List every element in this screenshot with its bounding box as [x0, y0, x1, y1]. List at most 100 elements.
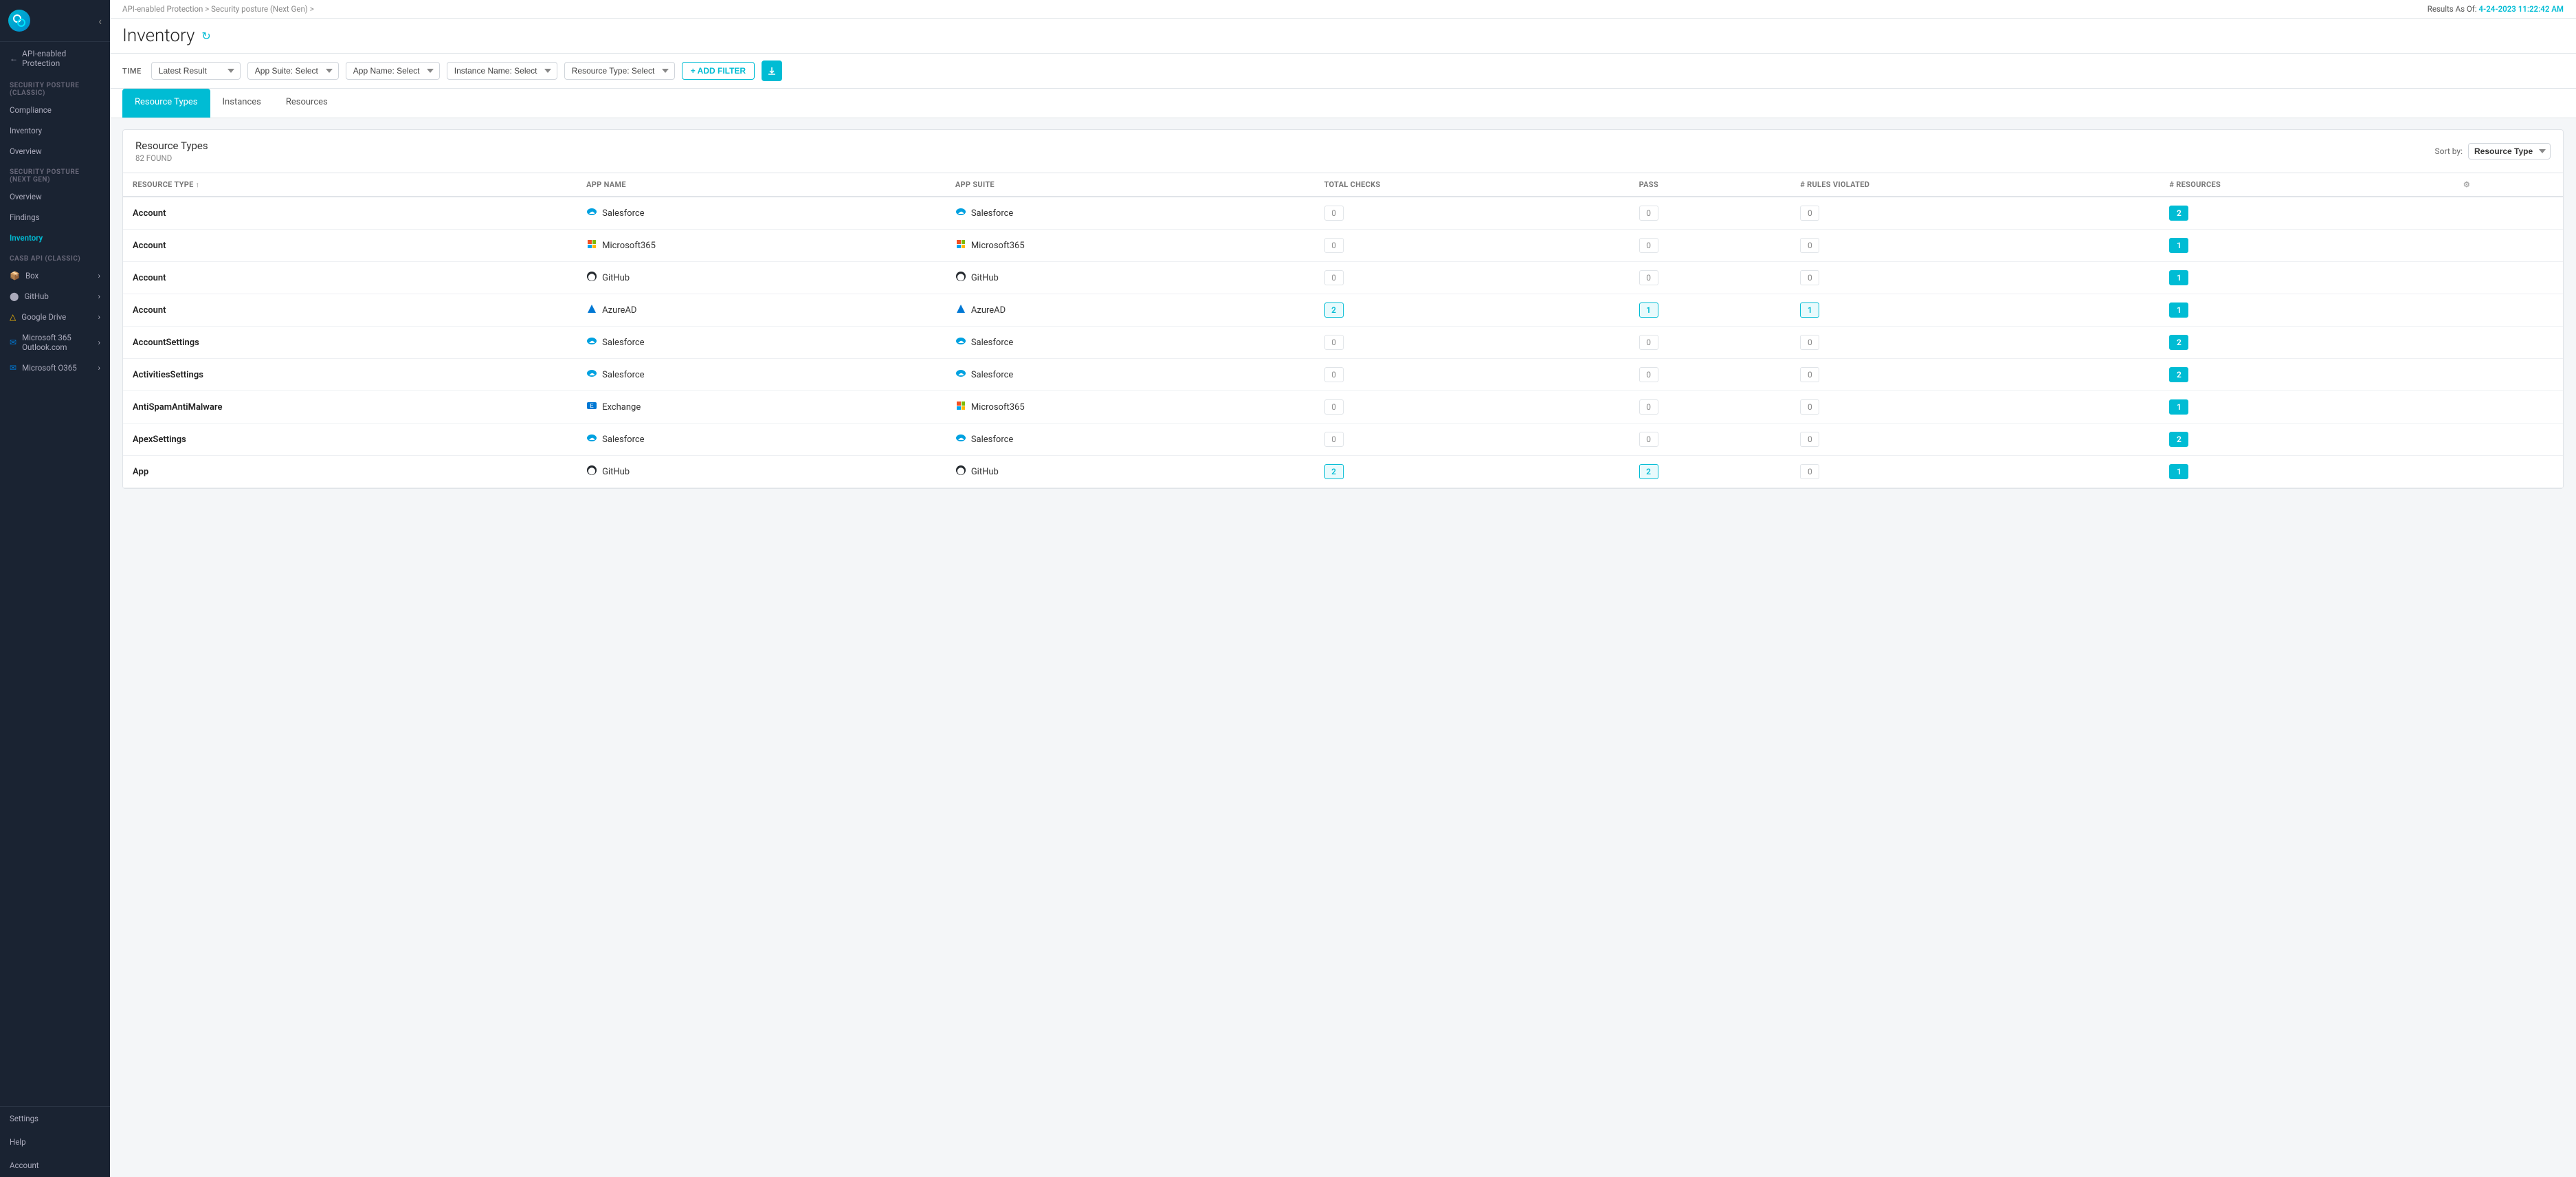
rules-violated-badge-0: 0 — [1800, 206, 1819, 221]
cell-resources-6: 1 — [2159, 391, 2453, 424]
svg-text:⬤: ⬤ — [588, 274, 595, 281]
table-row[interactable]: AccountSettings ☁ Salesforce ☁ Salesforc… — [123, 327, 2563, 359]
table-row[interactable]: Account Microsoft365 Microsoft365 0 0 0 … — [123, 230, 2563, 262]
refresh-icon[interactable]: ↻ — [201, 30, 210, 43]
panel-count: 82 FOUND — [135, 153, 208, 163]
cell-rules-violated-4: 0 — [1790, 327, 2159, 359]
ms-outlook-item-left: ✉ Microsoft 365 Outlook.com — [10, 333, 93, 352]
breadcrumb: API-enabled Protection > Security postur… — [122, 4, 314, 14]
sidebar-item-inventory-ng[interactable]: Inventory — [0, 228, 110, 248]
sidebar-item-settings[interactable]: Settings — [0, 1107, 110, 1130]
resource-type-value-1: Account — [133, 241, 166, 251]
app-name-icon-7: ☁ — [586, 432, 597, 446]
table-row[interactable]: AntiSpamAntiMalware E Exchange Microsoft… — [123, 391, 2563, 424]
add-filter-button[interactable]: + ADD FILTER — [682, 62, 755, 80]
cell-resources-0: 2 — [2159, 197, 2453, 230]
sidebar-item-google-drive[interactable]: △ Google Drive › — [0, 307, 110, 327]
sidebar-item-help[interactable]: Help — [0, 1130, 110, 1154]
resources-badge-4: 2 — [2169, 335, 2188, 350]
table-row[interactable]: App ⬤ GitHub ⬤ GitHub 2 2 0 1 — [123, 456, 2563, 488]
rules-violated-badge-5: 0 — [1800, 367, 1819, 382]
time-label: TIME — [122, 67, 142, 76]
page-header: Inventory ↻ — [110, 19, 2576, 54]
cell-app-name-1: Microsoft365 — [577, 230, 946, 262]
app-name-select[interactable]: App Name: Select — [346, 62, 440, 80]
sidebar-item-ms365-outlook[interactable]: ✉ Microsoft 365 Outlook.com › — [0, 327, 110, 358]
breadcrumb-security-posture[interactable]: Security posture (Next Gen) — [211, 4, 308, 14]
app-name-text-7: Salesforce — [602, 434, 644, 445]
app-suite-cell-3: AzureAD — [955, 303, 1305, 317]
app-suite-text-2: GitHub — [971, 273, 999, 283]
resource-type-select[interactable]: Resource Type: Select — [564, 62, 675, 80]
breadcrumb-api-protection[interactable]: API-enabled Protection — [122, 4, 203, 14]
rules-violated-badge-7: 0 — [1800, 432, 1819, 447]
sidebar-item-account[interactable]: Account — [0, 1154, 110, 1177]
cell-app-name-7: ☁ Salesforce — [577, 424, 946, 456]
app-suite-select[interactable]: App Suite: Select — [247, 62, 339, 80]
sidebar-item-overview-classic[interactable]: Overview — [0, 141, 110, 162]
section-label-classic: SECURITY POSTURE (CLASSIC) — [0, 75, 110, 100]
resources-badge-8: 1 — [2169, 464, 2188, 479]
panel-header: Resource Types 82 FOUND Sort by: Resourc… — [123, 130, 2563, 173]
tab-resource-types[interactable]: Resource Types — [122, 89, 210, 118]
app-suite-text-1: Microsoft365 — [971, 241, 1025, 251]
app-name-text-8: GitHub — [602, 467, 630, 477]
tab-instances[interactable]: Instances — [210, 89, 274, 118]
cell-resources-4: 2 — [2159, 327, 2453, 359]
sidebar-item-ms365[interactable]: ✉ Microsoft O365 › — [0, 358, 110, 378]
table-row[interactable]: ApexSettings ☁ Salesforce ☁ Salesforce 0… — [123, 424, 2563, 456]
sidebar-item-github[interactable]: ⬤ GitHub › — [0, 286, 110, 307]
total-checks-badge-4: 0 — [1324, 335, 1344, 350]
cell-total-checks-8: 2 — [1315, 456, 1630, 488]
table-row[interactable]: Account ⬤ GitHub ⬤ GitHub 0 0 0 1 — [123, 262, 2563, 294]
sidebar-back-button[interactable]: ← API-enabled Protection — [0, 42, 110, 75]
topbar: API-enabled Protection > Security postur… — [110, 0, 2576, 19]
col-header-app-suite: APP SUITE — [946, 173, 1315, 197]
sort-select[interactable]: Resource Type App Name Total Checks — [2468, 143, 2551, 160]
sidebar-item-box[interactable]: 📦 Box › — [0, 265, 110, 286]
cell-pass-6: 0 — [1630, 391, 1791, 424]
cell-rules-violated-6: 0 — [1790, 391, 2159, 424]
github-chevron-icon: › — [98, 292, 100, 301]
table-row[interactable]: Account ☁ Salesforce ☁ Salesforce 0 0 0 … — [123, 197, 2563, 230]
total-checks-badge-6: 0 — [1324, 399, 1344, 415]
cell-resource-type-8: App — [123, 456, 577, 488]
sidebar-collapse-button[interactable]: ‹ — [98, 14, 102, 28]
cell-total-checks-6: 0 — [1315, 391, 1630, 424]
pass-badge-4: 0 — [1639, 335, 1658, 350]
resource-type-value-7: ApexSettings — [133, 434, 186, 445]
cell-app-name-2: ⬤ GitHub — [577, 262, 946, 294]
svg-text:☁: ☁ — [589, 338, 595, 344]
sidebar-item-compliance[interactable]: Compliance — [0, 100, 110, 120]
section-label-casb: CASB API (CLASSIC) — [0, 248, 110, 265]
export-icon — [767, 66, 777, 76]
overview-ng-label: Overview — [10, 192, 42, 201]
table-row[interactable]: Account AzureAD AzureAD 2 1 1 1 — [123, 294, 2563, 327]
sidebar-item-overview-ng[interactable]: Overview — [0, 186, 110, 207]
resource-types-panel: Resource Types 82 FOUND Sort by: Resourc… — [122, 129, 2564, 489]
app-suite-text-4: Salesforce — [971, 338, 1013, 348]
account-label: Account — [10, 1160, 39, 1170]
svg-text:☁: ☁ — [589, 208, 595, 215]
pass-badge-6: 0 — [1639, 399, 1658, 415]
latest-result-select[interactable]: Latest Result — [151, 62, 241, 80]
sidebar-item-inventory-classic[interactable]: Inventory — [0, 120, 110, 141]
col-header-rules-violated: # RULES VIOLATED — [1790, 173, 2159, 197]
rules-violated-badge-8: 0 — [1800, 464, 1819, 479]
export-button[interactable] — [762, 60, 782, 81]
github-icon: ⬤ — [10, 292, 19, 301]
settings-gear-icon[interactable]: ⚙ — [2463, 180, 2470, 189]
total-checks-badge-0: 0 — [1324, 206, 1344, 221]
resource-type-value-0: Account — [133, 208, 166, 219]
resources-badge-1: 1 — [2169, 238, 2188, 253]
instance-name-select[interactable]: Instance Name: Select — [447, 62, 557, 80]
page-title: Inventory — [122, 25, 195, 46]
svg-text:☁: ☁ — [957, 208, 964, 215]
sidebar-item-findings[interactable]: Findings — [0, 207, 110, 228]
app-suite-icon-5: ☁ — [955, 368, 966, 382]
logo-icon — [8, 10, 30, 32]
main-content: API-enabled Protection > Security postur… — [110, 0, 2576, 1177]
tab-resources[interactable]: Resources — [274, 89, 340, 118]
app-suite-cell-0: ☁ Salesforce — [955, 206, 1305, 220]
table-row[interactable]: ActivitiesSettings ☁ Salesforce ☁ Salesf… — [123, 359, 2563, 391]
